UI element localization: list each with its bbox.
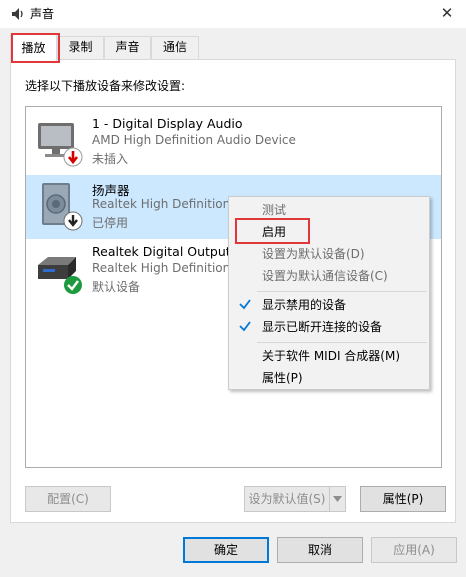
- device-item-digital-display-audio[interactable]: 1 - Digital Display Audio AMD High Defin…: [26, 111, 441, 175]
- default-check-badge-icon: [64, 276, 82, 294]
- device-name: 1 - Digital Display Audio: [92, 116, 243, 131]
- menu-separator: [257, 291, 427, 292]
- device-driver: AMD High Definition Audio Device: [92, 133, 296, 147]
- speaker-icon: [42, 183, 83, 231]
- device-name: Realtek Digital Output: [92, 244, 231, 259]
- set-default-dropdown-button[interactable]: [329, 486, 346, 512]
- ok-button[interactable]: 确定: [183, 537, 269, 563]
- sound-dialog: 声音 ✕ 播放 录制 声音 通信 选择以下播放设备来修改设置: 1 - Digi…: [0, 0, 466, 577]
- menu-item-enable[interactable]: 启用: [229, 221, 429, 243]
- menu-item-show-disabled-devices[interactable]: 显示禁用的设备: [229, 294, 429, 316]
- menu-item-set-default-communication-device[interactable]: 设置为默认通信设备(C): [229, 265, 429, 287]
- menu-separator: [257, 342, 427, 343]
- cancel-button[interactable]: 取消: [277, 537, 363, 563]
- disabled-badge-icon: [63, 211, 83, 231]
- device-status: 未插入: [92, 152, 129, 166]
- digital-output-icon: [38, 257, 82, 294]
- chevron-down-icon: [333, 495, 342, 502]
- close-button[interactable]: ✕: [436, 2, 458, 24]
- checkmark-icon: [239, 299, 251, 310]
- tab-playback[interactable]: 播放: [10, 34, 57, 61]
- checkmark-icon: [239, 321, 251, 332]
- speaker-app-icon: [12, 8, 23, 20]
- tab-communications[interactable]: 通信: [151, 36, 199, 59]
- window-title: 声音: [30, 7, 55, 21]
- panel-instruction: 选择以下播放设备来修改设置:: [25, 79, 186, 93]
- menu-item-test[interactable]: 测试: [229, 199, 429, 221]
- title-bar: 声音 ✕: [0, 0, 466, 28]
- configure-button[interactable]: 配置(C): [25, 486, 111, 512]
- menu-item-properties[interactable]: 属性(P): [229, 367, 429, 389]
- device-status: 已停用: [92, 216, 129, 230]
- tab-sounds[interactable]: 声音: [104, 36, 151, 59]
- unplugged-badge-icon: [63, 147, 83, 167]
- device-driver: Realtek High Definition: [92, 197, 231, 211]
- device-status: 默认设备: [92, 280, 141, 294]
- device-driver: Realtek High Definition: [92, 261, 231, 275]
- properties-button[interactable]: 属性(P): [360, 486, 446, 512]
- menu-item-show-disconnected-devices[interactable]: 显示已断开连接的设备: [229, 316, 429, 338]
- apply-button[interactable]: 应用(A): [371, 537, 457, 563]
- monitor-icon: [38, 123, 83, 167]
- menu-item-label: 显示已断开连接的设备: [262, 320, 383, 334]
- menu-item-label: 显示禁用的设备: [262, 298, 347, 312]
- menu-item-about-midi-synth[interactable]: 关于软件 MIDI 合成器(M): [229, 345, 429, 367]
- menu-item-set-default-device[interactable]: 设置为默认设备(D): [229, 243, 429, 265]
- tab-recording[interactable]: 录制: [57, 36, 104, 59]
- device-context-menu: 测试 启用 设置为默认设备(D) 设置为默认通信设备(C) 显示禁用的设备 显示…: [228, 196, 430, 390]
- set-default-button[interactable]: 设为默认值(S): [244, 486, 330, 512]
